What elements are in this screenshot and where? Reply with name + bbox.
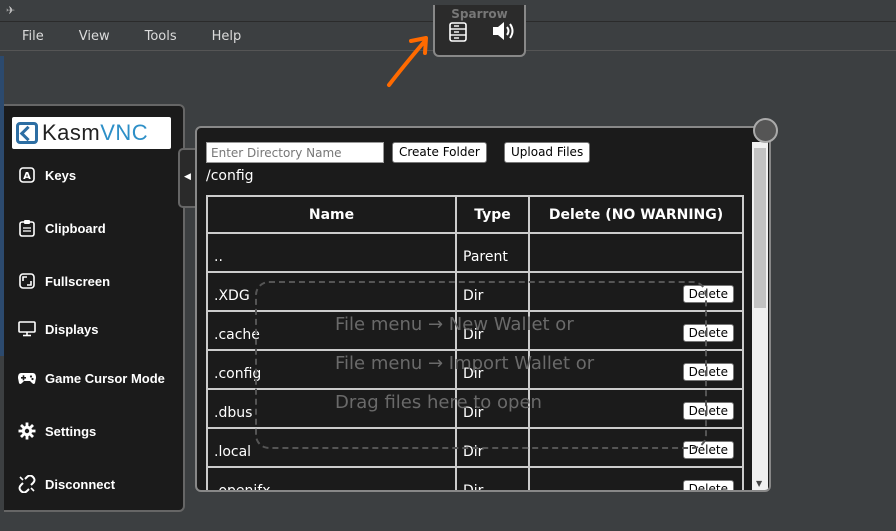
delete-cell-empty (528, 232, 744, 273)
sidebar-item-keys[interactable]: A Keys (16, 165, 76, 185)
table-row[interactable]: .openjfx Dir Delete (206, 466, 744, 490)
file-type: Dir (455, 427, 530, 468)
file-name[interactable]: .cache (206, 310, 457, 351)
sidebar-item-clipboard[interactable]: Clipboard (16, 218, 106, 238)
sidebar-item-fullscreen[interactable]: Fullscreen (16, 271, 110, 291)
fullscreen-icon (16, 271, 38, 291)
table-header-row: Name Type Delete (NO WARNING) (206, 195, 744, 234)
delete-button[interactable]: Delete (682, 324, 734, 342)
file-server-icon[interactable] (449, 22, 467, 46)
kasm-sidebar: KasmVNC A Keys Clipboard Fullscreen Disp… (4, 104, 185, 512)
sidebar-item-settings[interactable]: Settings (16, 421, 96, 441)
delete-button[interactable]: Delete (682, 285, 734, 303)
delete-button[interactable]: Delete (682, 363, 734, 381)
column-header-type: Type (455, 195, 530, 234)
sidebar-collapse-handle[interactable]: ◀ (178, 148, 196, 208)
gear-icon (16, 421, 38, 441)
annotation-arrow (387, 36, 428, 87)
file-name[interactable]: .dbus (206, 388, 457, 429)
file-name[interactable]: .config (206, 349, 457, 390)
delete-button[interactable]: Delete (682, 402, 734, 420)
directory-name-input[interactable] (206, 142, 384, 163)
keyboard-a-icon: A (16, 165, 38, 185)
sidebar-item-label: Keys (45, 167, 77, 183)
file-type: Dir (455, 388, 530, 429)
gamepad-icon (16, 368, 38, 388)
upload-files-button[interactable]: Upload Files (504, 142, 591, 163)
sidebar-item-disconnect[interactable]: Disconnect (16, 474, 115, 494)
table-row[interactable]: .dbus Dir Delete (206, 388, 744, 429)
file-manager-panel: Create Folder Upload Files /config Name … (195, 126, 771, 492)
table-row[interactable]: .config Dir Delete (206, 349, 744, 390)
file-name[interactable]: .XDG (206, 271, 457, 312)
logo-text-vnc: VNC (100, 120, 149, 145)
sidebar-item-label: Fullscreen (45, 273, 111, 289)
file-type: Parent (455, 232, 530, 273)
speaker-icon[interactable] (491, 20, 517, 46)
create-folder-button[interactable]: Create Folder (392, 142, 487, 163)
app-icon: ✈ (6, 4, 16, 17)
chevron-left-icon: ◀ (184, 172, 191, 182)
kasm-logo-icon (16, 122, 38, 144)
menu-file[interactable]: File (22, 29, 44, 44)
sidebar-item-label: Displays (45, 321, 99, 337)
current-path: /config (206, 168, 254, 184)
delete-button[interactable]: Delete (682, 480, 734, 490)
monitor-icon (16, 319, 38, 339)
window-title: Sparrow (451, 7, 508, 21)
scrollbar-thumb[interactable] (754, 148, 766, 308)
svg-text:A: A (23, 171, 31, 182)
window-title-tab: Sparrow (433, 5, 526, 57)
table-row[interactable]: .local Dir Delete (206, 427, 744, 468)
table-row[interactable]: .cache Dir Delete (206, 310, 744, 351)
file-table: Name Type Delete (NO WARNING) .. Parent … (206, 195, 744, 490)
delete-button[interactable]: Delete (682, 441, 734, 459)
sidebar-item-game-cursor-mode[interactable]: Game Cursor Mode (16, 368, 165, 388)
file-type: Dir (455, 349, 530, 390)
panel-scrollbar[interactable]: ▼ (752, 142, 768, 490)
kasmvnc-logo: KasmVNC (12, 117, 171, 149)
panel-close-button[interactable] (753, 118, 778, 143)
scroll-down-arrow-icon[interactable]: ▼ (756, 479, 762, 488)
sidebar-item-label: Clipboard (45, 220, 106, 236)
clipboard-icon (16, 218, 38, 238)
menu-view[interactable]: View (79, 29, 110, 44)
file-type: Dir (455, 466, 530, 490)
logo-text-kasm: Kasm (42, 120, 101, 145)
column-header-delete: Delete (NO WARNING) (528, 195, 744, 234)
menu-tools[interactable]: Tools (145, 29, 177, 44)
sidebar-item-label: Game Cursor Mode (45, 370, 165, 386)
sidebar-item-displays[interactable]: Displays (16, 319, 98, 339)
menu-help[interactable]: Help (212, 29, 242, 44)
unlink-icon (16, 474, 38, 494)
file-type: Dir (455, 310, 530, 351)
column-header-name: Name (206, 195, 457, 234)
sidebar-item-label: Disconnect (45, 476, 116, 492)
file-name[interactable]: .openjfx (206, 466, 457, 490)
sidebar-item-label: Settings (45, 423, 97, 439)
table-row[interactable]: .XDG Dir Delete (206, 271, 744, 312)
file-type: Dir (455, 271, 530, 312)
file-name[interactable]: .. (206, 232, 457, 273)
file-name[interactable]: .local (206, 427, 457, 468)
table-row[interactable]: .. Parent (206, 232, 744, 273)
